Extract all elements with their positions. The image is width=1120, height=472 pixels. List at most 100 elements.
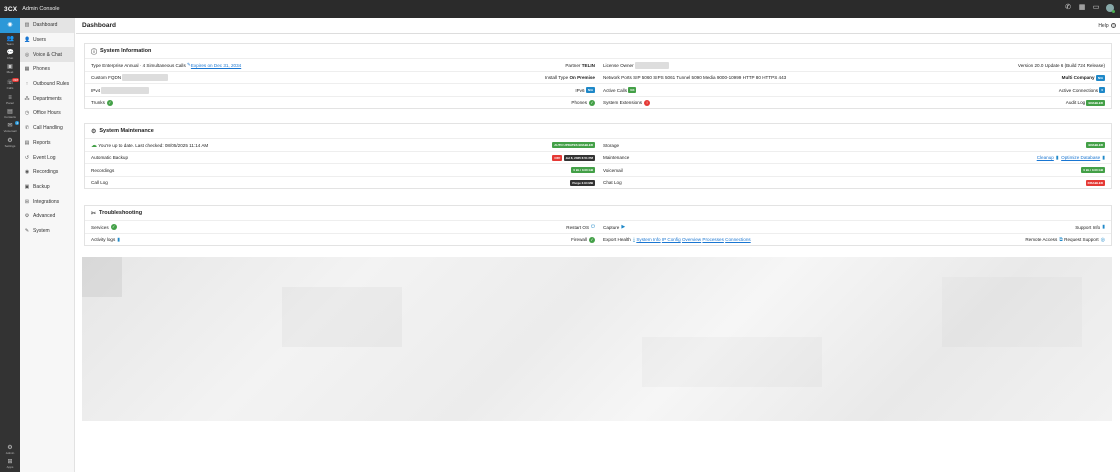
system-extensions-cell[interactable]: System Extensions!: [603, 97, 651, 109]
license-owner-cell: License Owner: [603, 59, 669, 71]
error-icon: !: [644, 99, 651, 106]
connections-link[interactable]: Connections: [725, 237, 751, 242]
window-icon[interactable]: ▭: [1092, 4, 1100, 12]
active-connections-cell: Active Connections 0: [1059, 84, 1105, 96]
nav-integrations[interactable]: ⊞ Integrations: [20, 194, 74, 209]
nav-system[interactable]: ✎ System: [20, 224, 74, 239]
rail-item-meet[interactable]: ▣ Meet: [0, 64, 20, 74]
app-title: Admin Console: [22, 6, 60, 12]
network-ports-value: SIP 5060 SIPS 5061 Tunnel 5090 Media 900…: [633, 75, 787, 80]
rail-item-contacts[interactable]: ▤ Contacts: [0, 109, 20, 119]
expires-link[interactable]: Expires on Dec 31, 2034: [191, 63, 241, 68]
chat-log-badge-cell[interactable]: DISABLED: [1085, 177, 1105, 189]
calls-badge: 338: [11, 78, 19, 82]
trash-icon[interactable]: ▮: [1056, 155, 1059, 161]
system-maintenance-card: ⚙ System Maintenance ☁ You're up to date.…: [84, 123, 1112, 189]
help-link[interactable]: Help ?: [1098, 23, 1116, 29]
auto-update-cell[interactable]: AUTO UPDATES ENABLED: [552, 139, 595, 151]
voicemail-usage-badge: 0 kb / 0.00 GB: [1081, 167, 1105, 173]
network-ports-cell: Network Ports SIP 5060 SIPS 5061 Tunnel …: [603, 72, 786, 84]
audit-log-badge: ENABLED: [1086, 99, 1105, 106]
nav-label: Office Hours: [33, 110, 61, 117]
nav-call-handling[interactable]: ✆ Call Handling: [20, 121, 74, 136]
grid-icon[interactable]: ▦: [1078, 4, 1086, 12]
ipv6-label: IPv6: [575, 87, 585, 93]
rail-item-team[interactable]: 👥 Team: [0, 36, 20, 46]
audit-log-cell[interactable]: Audit Log ENABLED: [1066, 97, 1105, 109]
nav-label: Call Handling: [33, 125, 63, 132]
file-icon[interactable]: ▮: [1102, 224, 1105, 230]
avatar[interactable]: [1106, 4, 1115, 13]
storage-badge-cell[interactable]: ENABLED: [1086, 139, 1105, 151]
database-icon[interactable]: ▮: [1102, 155, 1105, 161]
nav-label: Advanced: [33, 213, 56, 220]
top-bar: 3CX Admin Console ✆ ▦ ▭: [0, 0, 1120, 18]
support-info-cell[interactable]: Support Info ▮: [1075, 221, 1105, 233]
rail-item-apps[interactable]: ⊞ Apps: [0, 459, 20, 469]
phone-icon[interactable]: ✆: [1064, 4, 1072, 12]
main-content: Dashboard Help ? ⓘ System Information Typ…: [76, 18, 1120, 472]
app-logo[interactable]: 3CX: [4, 6, 17, 13]
reports-icon: ▤: [24, 139, 30, 146]
nav-label: Voice & Chat: [33, 51, 62, 58]
nav-event-log[interactable]: ↺ Event Log: [20, 150, 74, 165]
call-log-purge-cell[interactable]: Purge 2.94 MB: [570, 177, 595, 189]
nav-phones[interactable]: ▦ Phones: [20, 62, 74, 77]
trunks-cell[interactable]: Trunks ✓: [91, 97, 113, 109]
processes-link[interactable]: Processes: [702, 237, 723, 242]
services-cell[interactable]: Services ✓: [91, 221, 117, 233]
nav-backup[interactable]: ▣ Backup: [20, 180, 74, 195]
purge-button[interactable]: Purge 2.94 MB: [570, 179, 595, 186]
info-row: IPv4 IPv6 N/A Active Calls 0/4 Active Co…: [85, 83, 1111, 96]
partner-label: Partner: [565, 62, 581, 68]
rail-item-chat[interactable]: 💬 Chat: [0, 50, 20, 60]
overview-link[interactable]: Overview: [682, 237, 701, 242]
system-icon: ✎: [24, 227, 30, 234]
nav-dashboard[interactable]: ▥ Dashboard: [20, 18, 74, 33]
rail-item-calls[interactable]: 338 ☏ Calls: [0, 78, 20, 90]
nav-label: Phones: [33, 66, 50, 73]
activity-logs-cell[interactable]: Activity logs ▮: [91, 234, 120, 246]
system-info-link[interactable]: System Info: [636, 237, 660, 242]
rail-item-admin[interactable]: ⚙ Admin: [0, 445, 20, 455]
nav-label: Dashboard: [33, 22, 58, 29]
cleanup-link[interactable]: Cleanup: [1037, 155, 1054, 160]
file-icon[interactable]: ▮: [117, 237, 120, 243]
nav-departments[interactable]: ⁂ Departments: [20, 91, 74, 106]
lifebuoy-icon[interactable]: ◎: [1101, 237, 1105, 243]
nav-reports[interactable]: ▤ Reports: [20, 136, 74, 151]
rail-item-home[interactable]: ◉: [0, 18, 20, 33]
rail-item-voicemail[interactable]: 4 ✉ Voicemail: [0, 121, 20, 133]
remote-icon[interactable]: ⧉: [1059, 237, 1063, 243]
download-icon[interactable]: ⤓: [633, 237, 635, 243]
phones-cell[interactable]: Phones ✓: [571, 97, 595, 109]
voicemail-badge: 4: [15, 121, 19, 125]
partner-cell: Partner TELIN: [565, 59, 595, 71]
request-support-label[interactable]: Request Support: [1064, 237, 1098, 242]
rail-label: Apps: [6, 465, 14, 469]
power-icon[interactable]: ⏻: [591, 224, 595, 230]
app-rail: ◉ 👥 Team 💬 Chat ▣ Meet 338 ☏ Calls ≡ Panel ▤ C…: [0, 18, 20, 472]
blur-block: [282, 287, 402, 347]
rail-item-panel[interactable]: ≡ Panel: [0, 95, 20, 105]
restart-os-cell[interactable]: Restart OS ⏻: [566, 221, 595, 233]
nav-label: Reports: [33, 139, 51, 146]
firewall-label: Firewall: [571, 237, 587, 242]
page-title: Dashboard: [76, 18, 1120, 34]
remote-access-label: Remote Access: [1025, 237, 1058, 242]
nav-office-hours[interactable]: ◷ Office Hours: [20, 106, 74, 121]
ip-config-link[interactable]: IP Config: [662, 237, 681, 242]
cloud-check-icon: ☁: [91, 142, 97, 149]
nav-recordings[interactable]: ◉ Recordings: [20, 165, 74, 180]
optimize-database-link[interactable]: Optimize Database: [1061, 155, 1100, 160]
nav-users[interactable]: 👤 Users: [20, 33, 74, 48]
capture-cell[interactable]: Capture ▶: [603, 221, 625, 233]
card-title-text: System Maintenance: [99, 128, 154, 134]
rail-item-settings[interactable]: ⚙ Settings: [0, 138, 20, 148]
auto-backup-badges[interactable]: OFF Jul 8, 2025 6:51 PM: [552, 152, 595, 164]
nav-outbound-rules[interactable]: ↑ Outbound Rules: [20, 77, 74, 92]
nav-voice-chat[interactable]: ◎ Voice & Chat: [20, 47, 74, 63]
nav-advanced[interactable]: ⚙ Advanced: [20, 209, 74, 224]
firewall-cell[interactable]: Firewall ✓: [571, 234, 595, 246]
play-icon[interactable]: ▶: [621, 224, 625, 230]
